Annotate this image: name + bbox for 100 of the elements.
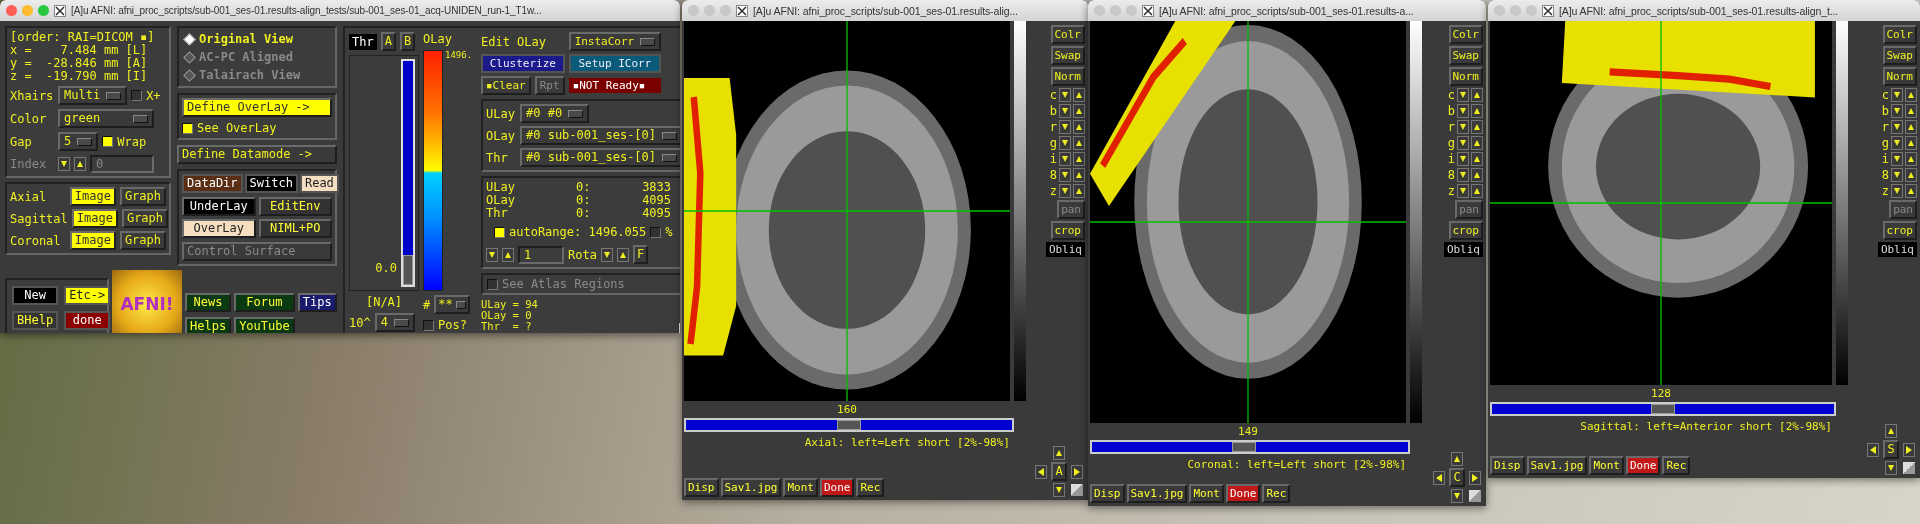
brain-scan-drawing[interactable] xyxy=(684,21,1010,401)
setup-icorr-button[interactable]: Setup ICorr xyxy=(568,54,662,73)
help-link-button[interactable]: Tips xyxy=(297,293,337,312)
brain-scan-drawing[interactable] xyxy=(1490,21,1832,385)
session-button[interactable]: Etc-> xyxy=(64,286,111,305)
datamode-button[interactable]: Read xyxy=(299,174,339,193)
viewer-button[interactable]: Rec xyxy=(1662,456,1691,475)
dataset-dropdown[interactable]: #0 sub-001_ses-[0] xyxy=(520,148,680,167)
resize-grip-icon[interactable] xyxy=(1469,490,1481,502)
left-arrow-icon[interactable] xyxy=(1867,442,1879,457)
threshold-mode-button[interactable]: A xyxy=(380,32,396,51)
define-datamode-button[interactable]: Define Datamode -> xyxy=(177,145,337,164)
datamode-button[interactable]: Switch xyxy=(244,174,298,193)
viewer-button[interactable]: Disp xyxy=(1490,456,1525,475)
tool-button[interactable]: Swap xyxy=(1882,46,1917,65)
define-overlay-button[interactable]: Define OverLay -> xyxy=(182,98,332,117)
layer-button[interactable]: EditEnv xyxy=(258,197,332,216)
image-button[interactable]: Image xyxy=(69,231,116,250)
graph-button[interactable]: Graph xyxy=(119,187,166,206)
viewer-button[interactable]: Disp xyxy=(1090,484,1125,503)
slider-thumb[interactable] xyxy=(1232,442,1257,452)
range-field[interactable]: 1 xyxy=(518,245,564,264)
tool-button[interactable]: crop xyxy=(1882,221,1917,240)
right-arrow-icon[interactable] xyxy=(1469,470,1481,485)
color-dropdown[interactable]: green xyxy=(58,109,154,128)
threshold-slider[interactable] xyxy=(401,59,415,287)
left-arrow-icon[interactable] xyxy=(1433,470,1445,485)
viewer-button[interactable]: Done xyxy=(1626,456,1661,475)
viewer-button[interactable]: Sav1.jpg xyxy=(1126,484,1188,503)
right-arrow-icon[interactable] xyxy=(1071,464,1083,479)
right-arrow-icon[interactable] xyxy=(1903,442,1915,457)
checkbox[interactable] xyxy=(102,136,114,147)
clusterize-button[interactable]: Clusterize xyxy=(481,54,565,73)
viewer-button[interactable]: Mont xyxy=(1189,484,1224,503)
clear-button[interactable]: ▪Clear xyxy=(481,76,531,95)
image-button[interactable]: Image xyxy=(71,209,118,228)
dataset-dropdown[interactable]: #0 #0 xyxy=(520,104,590,123)
checkbox[interactable] xyxy=(131,90,143,101)
plane-button[interactable]: A xyxy=(1051,462,1067,481)
threshold-mode-button[interactable]: B xyxy=(399,32,416,51)
checkbox[interactable] xyxy=(650,226,662,238)
slider-thumb[interactable] xyxy=(403,255,413,285)
tool-button[interactable]: Norm xyxy=(1050,67,1085,86)
help-link-button[interactable]: Forum xyxy=(234,293,295,312)
tool-button[interactable]: Swap xyxy=(1050,46,1085,65)
tool-button[interactable]: Colr xyxy=(1882,25,1917,44)
viewer-button[interactable]: Done xyxy=(1226,484,1261,503)
slice-slider[interactable] xyxy=(1090,440,1410,454)
flip-button[interactable]: F xyxy=(632,245,649,264)
panes-dropdown[interactable]: ** xyxy=(434,295,470,314)
tool-button[interactable]: Colr xyxy=(1050,25,1085,44)
resize-grip-icon[interactable] xyxy=(1903,462,1915,474)
exponent-dropdown[interactable]: 4 xyxy=(374,313,415,332)
checkbox[interactable] xyxy=(182,122,193,134)
layer-button[interactable]: OverLay xyxy=(182,219,256,238)
session-button[interactable]: BHelp xyxy=(12,311,59,330)
resize-grip-icon[interactable] xyxy=(1071,484,1083,496)
dataset-dropdown[interactable]: #0 sub-001_ses-[0] xyxy=(520,126,680,145)
color-label: Color xyxy=(10,111,48,126)
plane-button[interactable]: C xyxy=(1449,468,1465,487)
gap-dropdown[interactable]: 5 xyxy=(58,132,99,151)
viewer-button[interactable]: Rec xyxy=(856,478,885,497)
viewer-button[interactable]: Disp xyxy=(684,478,719,497)
slider-thumb[interactable] xyxy=(837,420,861,430)
help-link-button[interactable]: Helps xyxy=(185,317,232,333)
datamode-button[interactable]: DataDir xyxy=(182,174,243,193)
tool-button[interactable]: crop xyxy=(1448,221,1483,240)
tool-button[interactable]: Norm xyxy=(1882,67,1917,86)
tool-button[interactable]: crop xyxy=(1050,221,1085,240)
color-scale-bar[interactable] xyxy=(423,50,443,291)
layer-button[interactable]: UnderLay xyxy=(182,197,256,216)
viewer-button[interactable]: Sav1.jpg xyxy=(1526,456,1588,475)
viewer-button[interactable]: Sav1.jpg xyxy=(720,478,782,497)
viewer-button[interactable]: Mont xyxy=(1589,456,1624,475)
viewer-button[interactable]: Mont xyxy=(783,478,818,497)
layer-button[interactable]: NIML+PO xyxy=(258,219,332,238)
graph-button[interactable]: Graph xyxy=(119,231,166,250)
plane-button[interactable]: S xyxy=(1883,440,1899,459)
session-button[interactable]: done xyxy=(64,311,111,330)
tool-button[interactable]: Colr xyxy=(1448,25,1483,44)
viewer-button[interactable]: Done xyxy=(820,478,855,497)
slice-slider[interactable] xyxy=(1490,402,1836,416)
view-radio[interactable]: Original View xyxy=(183,32,331,46)
help-link-button[interactable]: News xyxy=(185,293,232,312)
brain-scan-drawing[interactable] xyxy=(1090,21,1406,423)
checkbox[interactable] xyxy=(494,226,505,238)
instacorr-dropdown[interactable]: InstaCorr xyxy=(568,32,662,51)
tool-button[interactable]: Norm xyxy=(1448,67,1483,86)
slider-thumb[interactable] xyxy=(1651,404,1675,414)
help-link-button[interactable]: YouTube xyxy=(234,317,295,333)
session-button[interactable]: New xyxy=(12,286,59,305)
stepper-label: i xyxy=(1049,152,1057,166)
slice-slider[interactable] xyxy=(684,418,1014,432)
graph-button[interactable]: Graph xyxy=(121,209,169,228)
viewer-button[interactable]: Rec xyxy=(1262,484,1291,503)
tool-button[interactable]: Swap xyxy=(1448,46,1483,65)
image-button[interactable]: Image xyxy=(69,187,116,206)
xhairs-dropdown[interactable]: Multi xyxy=(58,86,128,105)
checkbox[interactable] xyxy=(423,319,434,331)
left-arrow-icon[interactable] xyxy=(1035,464,1047,479)
